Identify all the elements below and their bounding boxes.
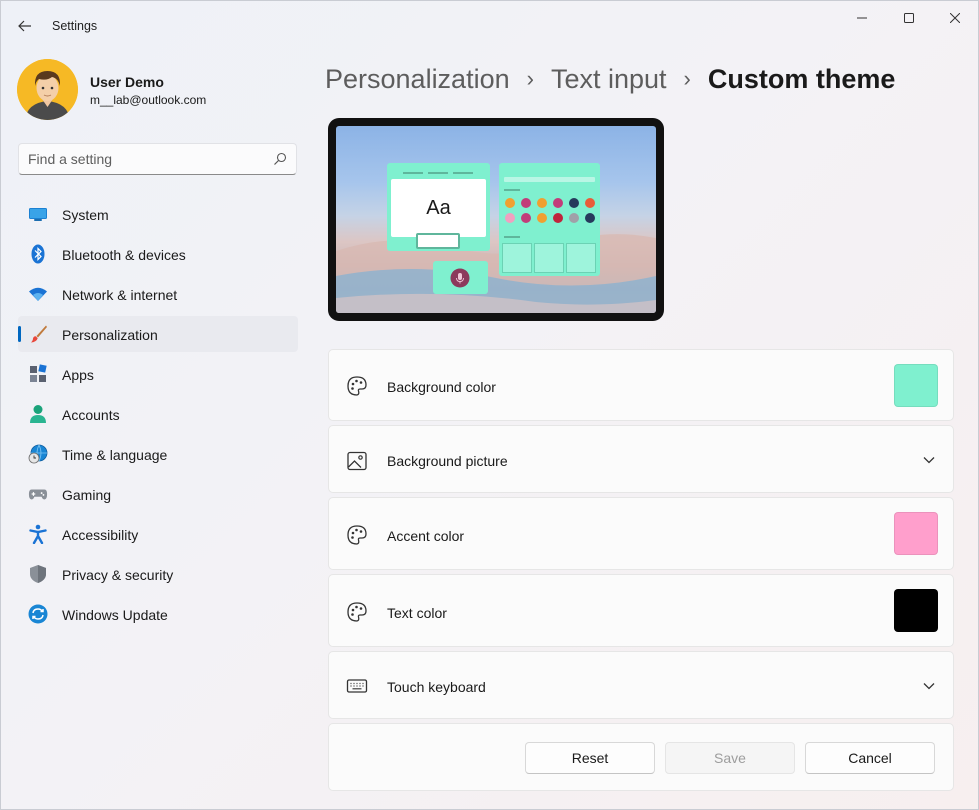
search-icon[interactable] [273, 152, 287, 166]
action-bar: Reset Save Cancel [328, 723, 954, 791]
search-input[interactable] [28, 144, 268, 174]
gamepad-icon [28, 485, 48, 503]
preview-voice-panel [433, 261, 488, 294]
touch-keyboard-label: Touch keyboard [387, 679, 486, 695]
text-color-label: Text color [387, 605, 447, 621]
selection-indicator [18, 326, 21, 342]
picture-icon [347, 451, 367, 471]
preview-left-panel: Aa [387, 163, 490, 251]
accessibility-icon [28, 524, 48, 544]
palette-icon [347, 602, 367, 622]
accounts-icon [28, 405, 48, 423]
system-icon [28, 205, 48, 223]
sidebar-item-windows-update[interactable]: Windows Update [18, 596, 298, 632]
sidebar-nav: System Bluetooth & devices Network & int… [18, 196, 298, 636]
sidebar-item-accessibility[interactable]: Accessibility [18, 516, 298, 552]
save-button[interactable]: Save [665, 742, 795, 774]
sidebar-item-accounts[interactable]: Accounts [18, 396, 298, 432]
maximize-icon [904, 13, 914, 23]
text-color-setting[interactable]: Text color [328, 574, 954, 647]
globe-clock-icon [28, 444, 48, 464]
palette-icon [347, 525, 367, 545]
user-name: User Demo [90, 74, 164, 90]
keyboard-icon [346, 679, 368, 693]
maximize-button[interactable] [886, 1, 932, 35]
text-color-swatch[interactable] [894, 589, 938, 632]
sidebar-item-personalization[interactable]: Personalization [18, 316, 298, 352]
page-title: Custom theme [707, 63, 896, 94]
accent-color-setting[interactable]: Accent color [328, 497, 954, 570]
sidebar-item-label: Windows Update [62, 607, 168, 623]
sidebar-item-apps[interactable]: Apps [18, 356, 298, 392]
background-color-swatch[interactable] [894, 364, 938, 407]
breadcrumb-separator: › [683, 66, 691, 91]
microphone-icon [450, 268, 470, 288]
search-box [18, 143, 297, 175]
background-picture-label: Background picture [387, 453, 508, 469]
sidebar-item-bluetooth[interactable]: Bluetooth & devices [18, 236, 298, 272]
bluetooth-icon [28, 244, 48, 264]
user-email: m__lab@outlook.com [90, 93, 207, 107]
breadcrumb-item-personalization[interactable]: Personalization [325, 64, 510, 95]
close-button[interactable] [932, 1, 978, 35]
sidebar-item-time-language[interactable]: Time & language [18, 436, 298, 472]
minimize-button[interactable] [839, 1, 885, 35]
background-picture-setting[interactable]: Background picture [328, 425, 954, 493]
sidebar-item-label: Personalization [62, 327, 158, 343]
chevron-down-icon[interactable] [921, 452, 937, 468]
accent-color-label: Accent color [387, 528, 465, 544]
user-avatar-icon [17, 59, 78, 120]
sidebar-item-privacy-security[interactable]: Privacy & security [18, 556, 298, 592]
title-bar: Settings [1, 1, 978, 49]
sidebar-item-label: Gaming [62, 487, 112, 503]
back-button[interactable] [11, 13, 39, 39]
touch-keyboard-setting[interactable]: Touch keyboard [328, 651, 954, 719]
preview-sample-text: Aa [426, 196, 451, 219]
shield-icon [28, 565, 48, 583]
breadcrumb-item-text-input[interactable]: Text input [551, 64, 667, 95]
wifi-icon [28, 285, 48, 303]
back-arrow-icon [18, 20, 31, 32]
preview-right-panel [499, 163, 600, 276]
chevron-down-icon[interactable] [921, 678, 937, 694]
apps-icon [28, 364, 48, 383]
app-title: Settings [52, 19, 98, 33]
sidebar-item-label: Accessibility [62, 527, 139, 543]
breadcrumb: Personalization › Text input › Custom th… [325, 59, 895, 99]
theme-preview: Aa [328, 118, 664, 321]
reset-button[interactable]: Reset [525, 742, 655, 774]
avatar[interactable] [17, 59, 78, 120]
sidebar-item-label: Accounts [62, 407, 120, 423]
sidebar-item-label: Privacy & security [62, 567, 174, 583]
minimize-icon [857, 17, 867, 19]
sidebar-item-label: Network & internet [62, 287, 178, 303]
sidebar-item-network[interactable]: Network & internet [18, 276, 298, 312]
preview-illustration [336, 234, 656, 313]
sidebar-item-label: Time & language [62, 447, 168, 463]
sidebar-item-label: System [62, 207, 109, 223]
sidebar-item-label: Apps [62, 367, 94, 383]
background-color-setting[interactable]: Background color [328, 349, 954, 421]
settings-window: Settings User Demo m__lab@outlook.com Fi… [0, 0, 979, 810]
preview-screen: Aa [336, 126, 656, 313]
sidebar-item-gaming[interactable]: Gaming [18, 476, 298, 512]
palette-icon [347, 376, 367, 396]
background-color-label: Background color [387, 379, 496, 395]
breadcrumb-separator: › [526, 66, 534, 91]
sidebar-item-label: Bluetooth & devices [62, 247, 186, 263]
cancel-button[interactable]: Cancel [805, 742, 935, 774]
sidebar-item-system[interactable]: System [18, 196, 298, 232]
close-icon [950, 13, 960, 23]
brush-icon [28, 325, 48, 343]
update-icon [28, 604, 48, 624]
accent-color-swatch[interactable] [894, 512, 938, 555]
